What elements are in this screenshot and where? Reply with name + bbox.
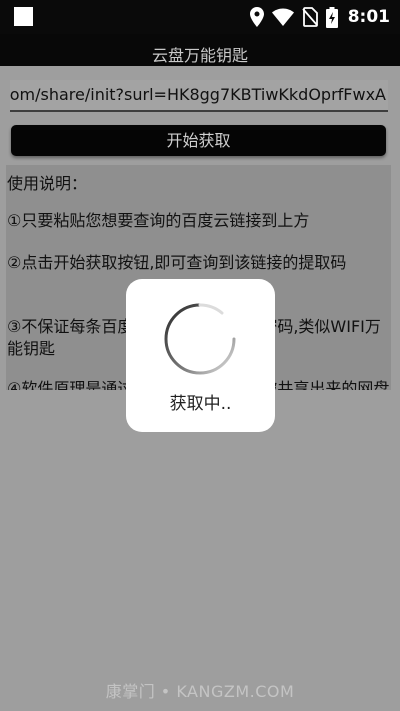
status-bar: 8:01 [0,0,400,34]
start-fetch-button[interactable]: 开始获取 [11,125,386,156]
app-title: 云盘万能钥匙 [151,46,248,65]
share-link-value: om/share/init?surl=HK8gg7KBTiwKkdOprfFwx… [10,85,386,104]
instructions-title: 使用说明： [7,174,88,193]
wifi-icon [271,8,294,26]
loading-dialog: 获取中.. [126,279,275,432]
watermark: 康掌门 • KANGZM.COM [105,682,295,701]
instruction-item-2: ②点击开始获取按钮,即可查询到该链接的提取码 [7,253,347,272]
instruction-item-1: ①只要粘贴您想要查询的百度云链接到上方 [7,211,310,230]
notification-icon [14,7,33,26]
app-title-bar: 云盘万能钥匙 [0,34,400,66]
no-sim-icon [302,7,318,27]
clock: 8:01 [347,7,390,27]
battery-charging-icon [325,6,338,28]
loading-spinner-icon [162,301,238,381]
share-link-input[interactable]: om/share/init?surl=HK8gg7KBTiwKkdOprfFwx… [10,80,388,112]
location-icon [249,7,264,27]
loading-text: 获取中.. [169,394,232,414]
status-icons: 8:01 [249,5,390,29]
